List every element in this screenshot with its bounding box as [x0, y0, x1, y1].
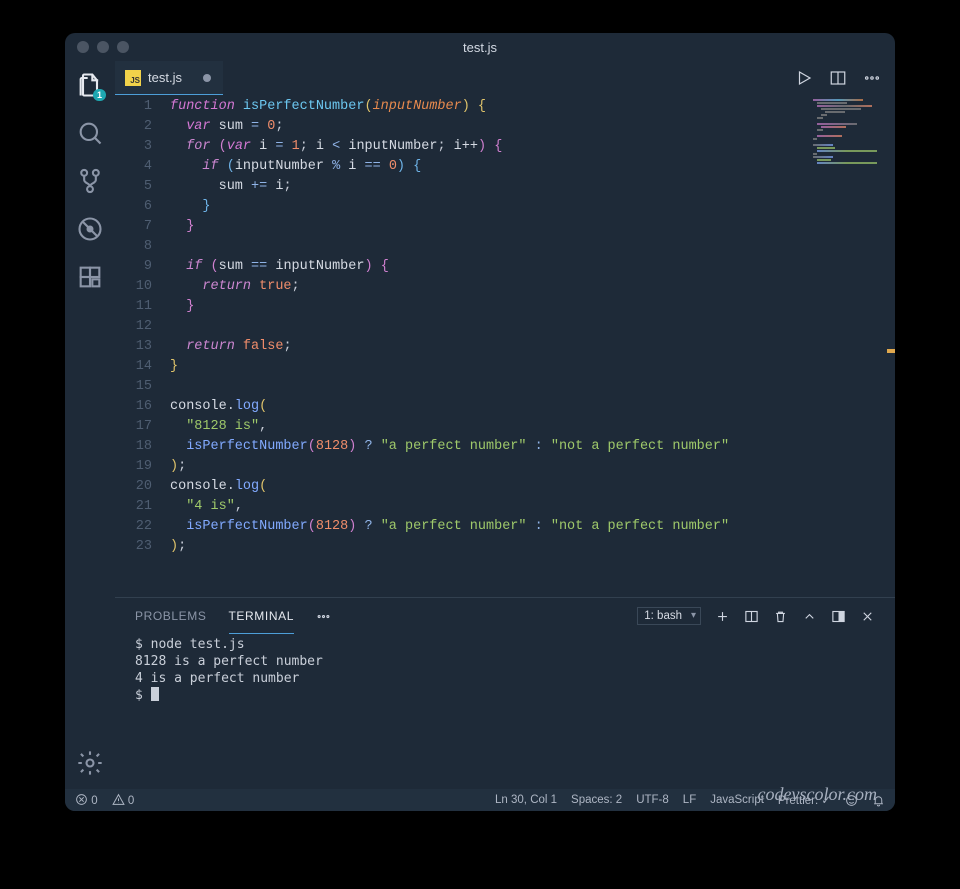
window-body: 1 JS test.js	[65, 61, 895, 789]
tab-test-js[interactable]: JS test.js	[115, 61, 223, 95]
editor-window: test.js 1	[65, 33, 895, 811]
status-eol[interactable]: LF	[683, 794, 696, 806]
terminal-cursor	[151, 687, 159, 701]
status-warnings[interactable]: 0	[112, 793, 135, 807]
panel-tabs: PROBLEMS TERMINAL 1: bash	[115, 598, 895, 634]
source-control-icon[interactable]	[76, 167, 104, 195]
status-errors[interactable]: 0	[75, 793, 98, 807]
title-bar: test.js	[65, 33, 895, 61]
new-terminal-icon[interactable]	[715, 609, 730, 624]
debug-icon[interactable]	[76, 215, 104, 243]
main-column: JS test.js 12345678910111213141516171819…	[115, 61, 895, 789]
close-panel-icon[interactable]	[860, 609, 875, 624]
status-cursor-position[interactable]: Ln 30, Col 1	[495, 794, 557, 806]
explorer-icon[interactable]: 1	[76, 71, 104, 99]
minimize-window-icon[interactable]	[97, 41, 109, 53]
status-language[interactable]: JavaScript	[710, 794, 764, 806]
status-encoding[interactable]: UTF-8	[636, 794, 669, 806]
watermark: codevscolor.com	[758, 784, 877, 805]
status-indentation[interactable]: Spaces: 2	[571, 794, 622, 806]
kill-terminal-icon[interactable]	[773, 609, 788, 624]
window-title: test.js	[463, 40, 497, 55]
explorer-badge: 1	[93, 89, 106, 101]
split-terminal-icon[interactable]	[744, 609, 759, 624]
js-file-icon: JS	[125, 70, 141, 86]
tab-terminal[interactable]: TERMINAL	[229, 598, 294, 634]
zoom-window-icon[interactable]	[117, 41, 129, 53]
tab-bar: JS test.js	[115, 61, 895, 95]
window-controls	[77, 41, 129, 53]
terminal-output[interactable]: $ node test.js 8128 is a perfect number …	[115, 634, 895, 789]
tab-filename: test.js	[148, 70, 182, 85]
extensions-icon[interactable]	[76, 263, 104, 291]
minimap[interactable]	[811, 99, 891, 159]
bottom-panel: PROBLEMS TERMINAL 1: bash $ node test.js…	[115, 597, 895, 789]
panel-more-icon[interactable]	[316, 609, 331, 624]
source-code[interactable]: function isPerfectNumber(inputNumber) { …	[170, 97, 729, 557]
scrollbar-marker	[887, 349, 895, 353]
line-gutter: 1234567891011121314151617181920212223	[115, 97, 170, 557]
chevron-up-icon[interactable]	[802, 609, 817, 624]
run-icon[interactable]	[795, 69, 813, 87]
search-icon[interactable]	[76, 119, 104, 147]
dirty-indicator-icon	[203, 74, 211, 82]
tab-problems[interactable]: PROBLEMS	[135, 598, 207, 634]
editor-actions	[795, 61, 895, 95]
code-editor[interactable]: 1234567891011121314151617181920212223 fu…	[115, 95, 895, 597]
activity-bar: 1	[65, 61, 115, 789]
more-actions-icon[interactable]	[863, 69, 881, 87]
maximize-panel-icon[interactable]	[831, 609, 846, 624]
close-window-icon[interactable]	[77, 41, 89, 53]
settings-gear-icon[interactable]	[76, 749, 104, 777]
terminal-selector[interactable]: 1: bash	[637, 607, 701, 625]
split-editor-icon[interactable]	[829, 69, 847, 87]
